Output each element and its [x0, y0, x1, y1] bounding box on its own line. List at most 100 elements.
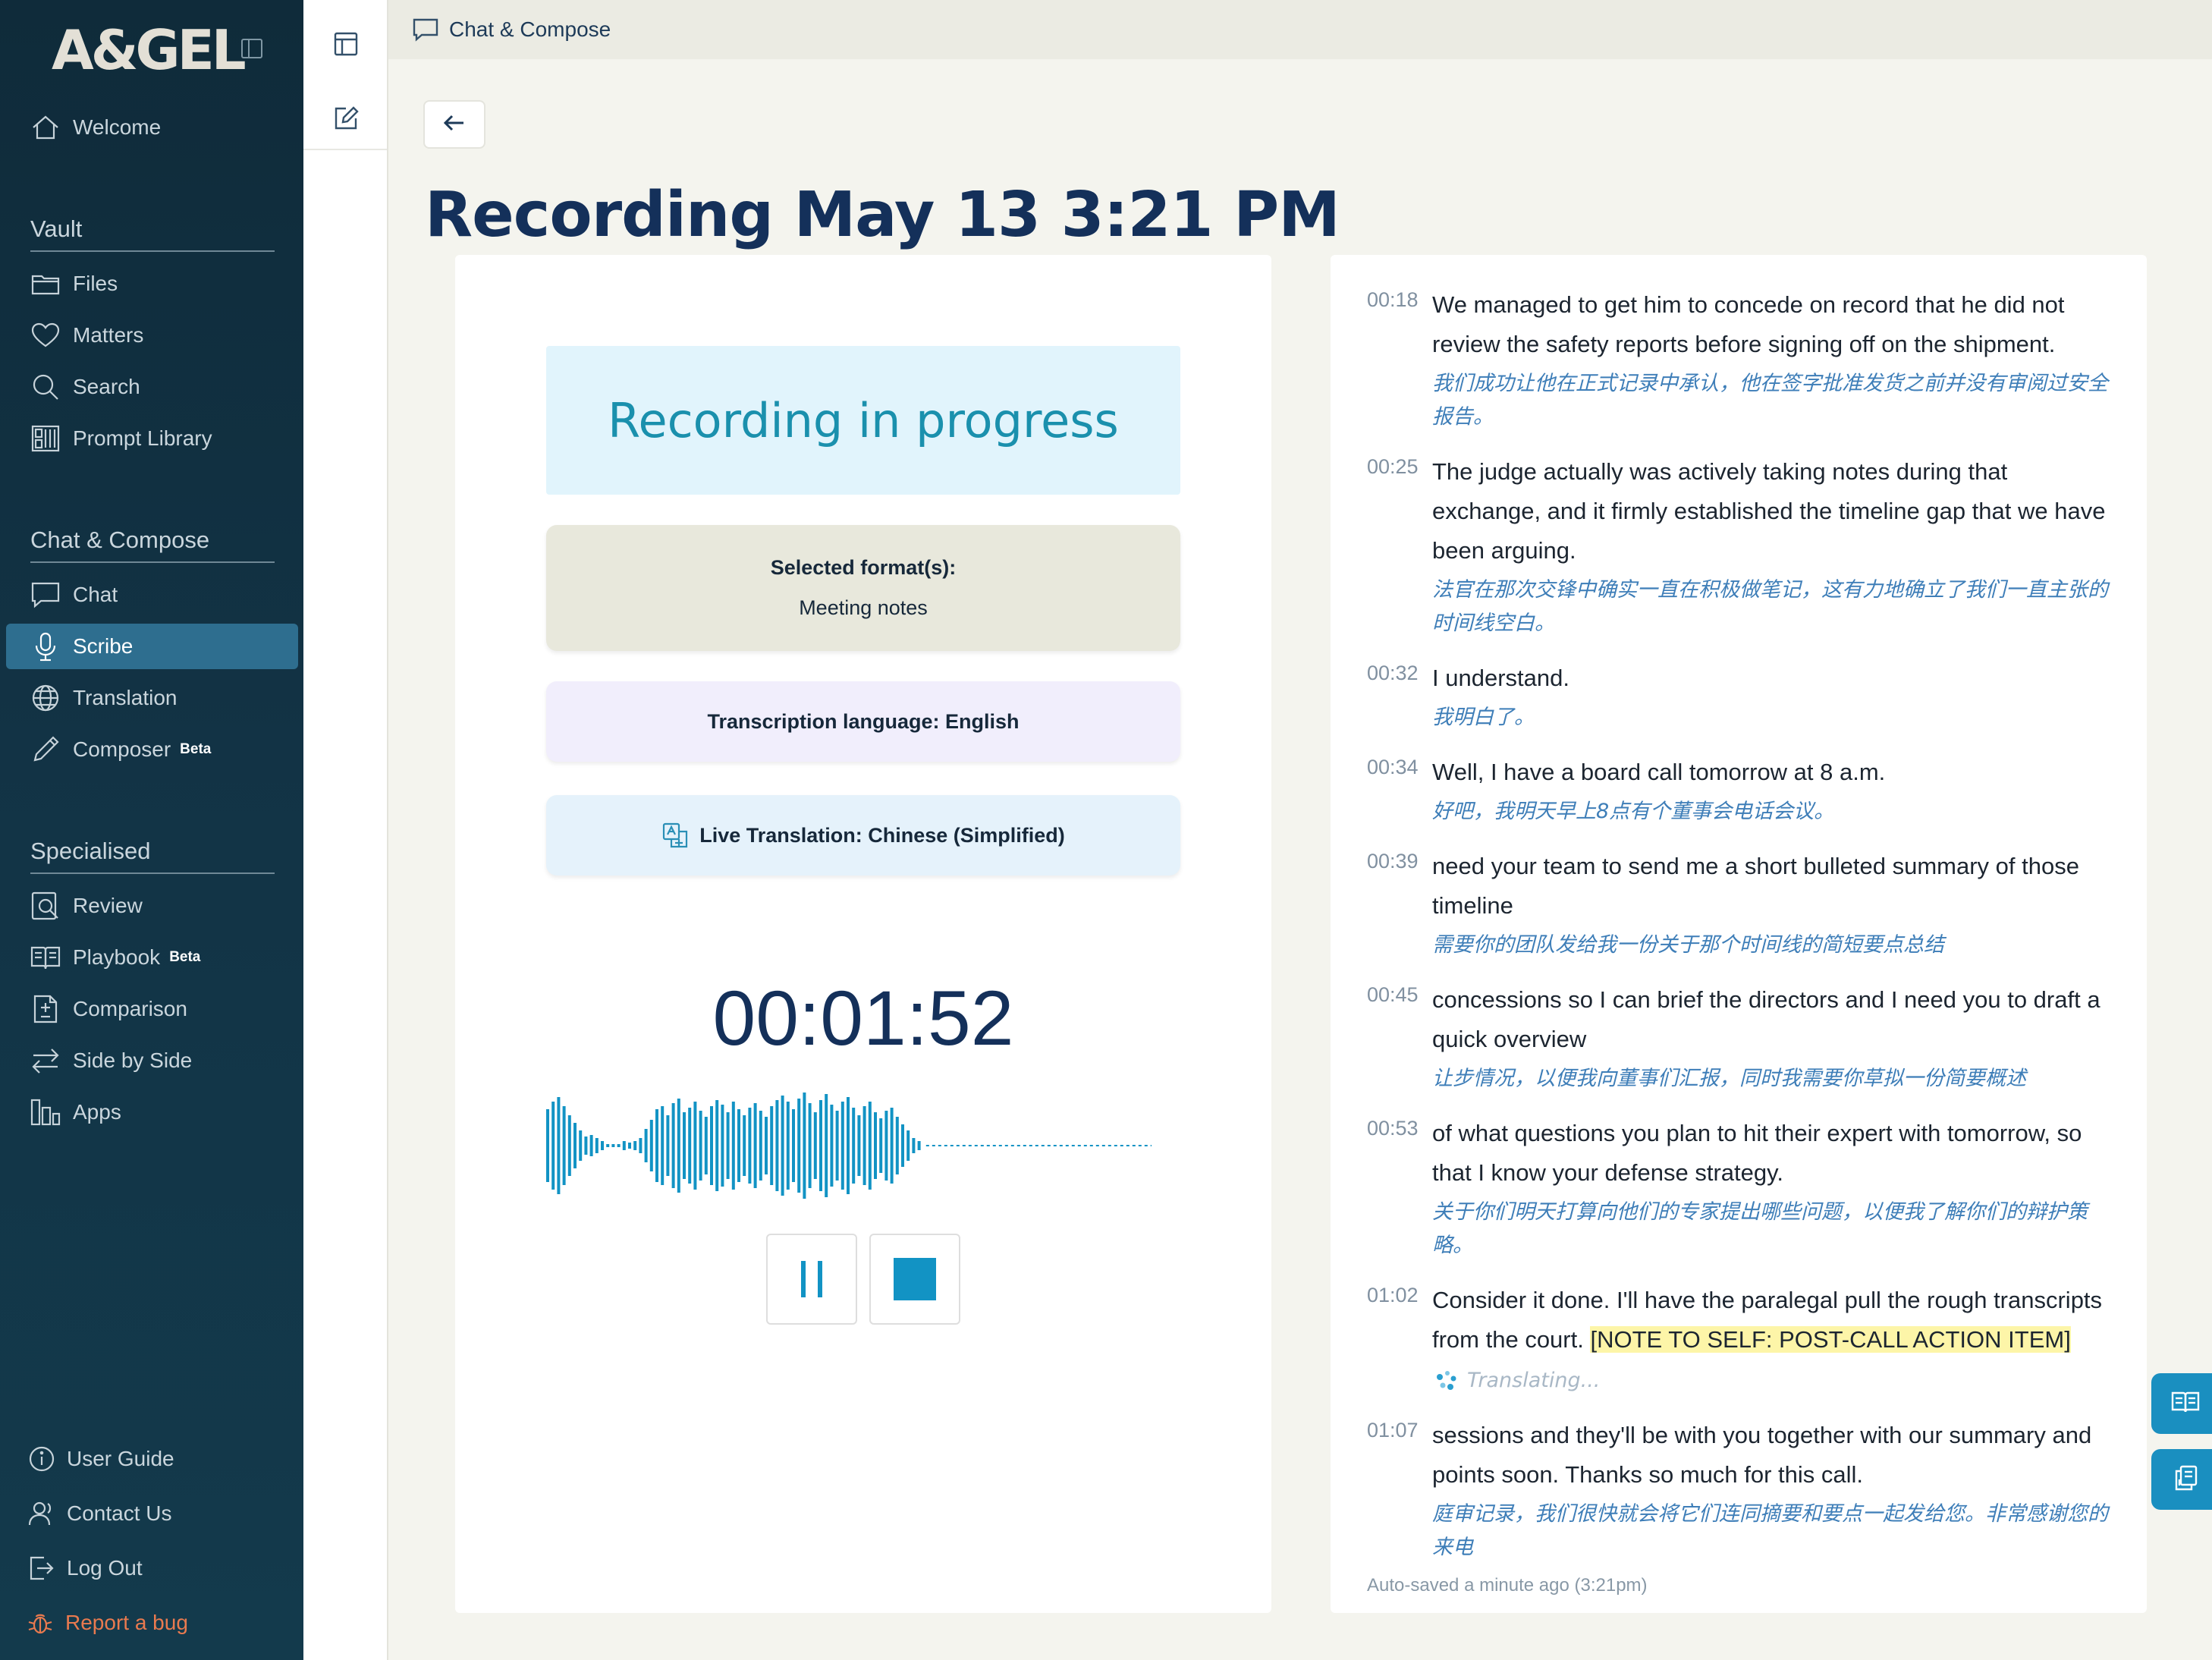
- stop-button[interactable]: [869, 1234, 960, 1325]
- panel-toggle-button[interactable]: [329, 27, 363, 61]
- user-guide-label: User Guide: [67, 1447, 174, 1470]
- highlighted-note[interactable]: [NOTE TO SELF: POST-CALL ACTION ITEM]: [1590, 1326, 2071, 1353]
- edit-icon: [329, 106, 363, 138]
- sidebar-item-composer[interactable]: Composer Beta: [6, 727, 298, 772]
- waveform-bar: [879, 1118, 883, 1173]
- sidebar-item-prompt-library[interactable]: Prompt Library: [6, 416, 298, 461]
- sidebar-item-review[interactable]: Review: [6, 883, 298, 929]
- segment-translation: 我明白了。: [1432, 706, 1535, 729]
- transcript-segment: 00:39 need your team to send me a short …: [1331, 847, 2147, 962]
- waveform-bar: [628, 1143, 631, 1149]
- transcript-segment: 00:32 I understand. 我明白了。: [1331, 659, 2147, 734]
- section-title-chat-compose: Chat & Compose: [30, 527, 275, 563]
- segment-text: of what questions you plan to hit their …: [1432, 1120, 2082, 1186]
- clipboard-float-button[interactable]: [2151, 1449, 2212, 1510]
- new-chat-button[interactable]: [329, 102, 363, 135]
- sidebar-item-label: Prompt Library: [73, 426, 212, 450]
- review-icon: [29, 889, 62, 923]
- live-translation-label: Live Translation: Chinese (Simplified): [699, 823, 1065, 847]
- waveform-bar: [912, 1138, 916, 1153]
- sidebar-item-comparison[interactable]: Comparison: [6, 986, 298, 1032]
- sidebar-item-files[interactable]: Files: [6, 261, 298, 307]
- waveform-bar: [666, 1115, 670, 1176]
- waveform-bar: [884, 1111, 888, 1181]
- user-guide-link[interactable]: User Guide: [27, 1445, 174, 1473]
- contact-us-link[interactable]: Contact Us: [27, 1499, 172, 1528]
- pause-button[interactable]: [766, 1234, 857, 1325]
- segment-translation: 让步情况，以便我向董事们汇报，同时我需要你草拟一份简要概述: [1432, 1067, 2026, 1090]
- waveform-bar: [862, 1106, 866, 1185]
- waveform-bar: [906, 1130, 910, 1161]
- clipboard-icon: [2170, 1463, 2201, 1497]
- waveform-bar: [546, 1109, 549, 1182]
- sidebar-item-scribe[interactable]: Scribe: [6, 624, 298, 669]
- open-book-icon: [2170, 1387, 2201, 1421]
- waveform-bar: [819, 1100, 822, 1191]
- waveform-bar: [731, 1102, 735, 1190]
- recording-panel: Recording in progress Selected format(s)…: [455, 255, 1271, 1613]
- transcript-list[interactable]: 00:18 We managed to get him to concede o…: [1331, 285, 2147, 1560]
- top-bar: Chat & Compose: [388, 0, 2212, 59]
- panel-icon: [329, 32, 363, 64]
- translating-label: Translating...: [1467, 1369, 1601, 1392]
- app-logo[interactable]: A&GEL: [52, 18, 247, 82]
- sidebar-item-apps[interactable]: Apps: [6, 1089, 298, 1135]
- waveform-bar: [710, 1106, 713, 1185]
- transcript-segment: 00:34 Well, I have a board call tomorrow…: [1331, 753, 2147, 828]
- segment-timestamp[interactable]: 00:18: [1367, 288, 1419, 312]
- transcript-segment: 01:07 sessions and they'll be with you t…: [1331, 1416, 2147, 1560]
- sidebar-item-label: Composer: [73, 737, 171, 761]
- sidebar-item-search[interactable]: Search: [6, 364, 298, 410]
- waveform-bar: [759, 1111, 762, 1181]
- sidebar-item-side-by-side[interactable]: Side by Side: [6, 1038, 298, 1083]
- sidebar-item-matters[interactable]: Matters: [6, 313, 298, 358]
- transcript-segment: 00:25 The judge actually was actively ta…: [1331, 452, 2147, 640]
- document-compare-icon: [29, 992, 62, 1026]
- segment-timestamp[interactable]: 00:25: [1367, 455, 1419, 479]
- sidebar-item-label: Comparison: [73, 997, 187, 1020]
- sidebar-item-playbook[interactable]: Playbook Beta: [6, 935, 298, 980]
- rail-divider: [303, 149, 387, 150]
- pen-icon: [29, 733, 62, 766]
- sidebar-item-label: Matters: [73, 323, 144, 347]
- section-title-vault: Vault: [30, 215, 275, 252]
- apps-icon: [29, 1096, 62, 1129]
- waveform-bar: [671, 1103, 675, 1188]
- waveform-bar: [649, 1120, 653, 1171]
- sidebar-item-label: Side by Side: [73, 1049, 193, 1072]
- sidebar-collapse-icon[interactable]: [240, 36, 264, 61]
- waveform-bar: [852, 1108, 856, 1184]
- segment-timestamp[interactable]: 00:34: [1367, 756, 1419, 779]
- log-out-label: Log Out: [67, 1556, 143, 1580]
- sidebar: A&GEL Welcome Vault Files Matters Search…: [0, 0, 303, 1660]
- segment-timestamp[interactable]: 00:45: [1367, 983, 1419, 1007]
- sidebar-item-chat[interactable]: Chat: [6, 572, 298, 618]
- guide-float-button[interactable]: [2151, 1373, 2212, 1434]
- segment-timestamp[interactable]: 01:07: [1367, 1419, 1419, 1442]
- log-out-link[interactable]: Log Out: [27, 1554, 143, 1583]
- sidebar-item-translation[interactable]: Translation: [6, 675, 298, 721]
- transcription-language-label: Transcription language: English: [707, 709, 1020, 733]
- breadcrumb[interactable]: Chat & Compose: [449, 17, 611, 42]
- audio-waveform: [546, 1093, 1152, 1199]
- back-button[interactable]: [423, 100, 485, 149]
- waveform-bar: [688, 1108, 692, 1184]
- waveform-bar: [743, 1115, 746, 1176]
- segment-timestamp[interactable]: 00:53: [1367, 1117, 1419, 1140]
- segment-timestamp[interactable]: 01:02: [1367, 1284, 1419, 1307]
- segment-timestamp[interactable]: 00:32: [1367, 662, 1419, 685]
- waveform-bar: [573, 1123, 577, 1168]
- waveform-bar: [813, 1112, 817, 1179]
- segment-timestamp[interactable]: 00:39: [1367, 850, 1419, 873]
- waveform-bar: [775, 1100, 779, 1191]
- waveform-bar: [874, 1112, 877, 1179]
- segment-translation: 庭审记录，我们很快就会将它们连同摘要和要点一起发给您。非常感谢您的来电: [1432, 1502, 2108, 1559]
- waveform-bar: [917, 1141, 921, 1150]
- waveform-bar: [595, 1138, 599, 1153]
- report-bug-link[interactable]: Report a bug: [26, 1608, 188, 1637]
- waveform-bar: [606, 1144, 610, 1147]
- sidebar-item-label: Apps: [73, 1100, 121, 1124]
- waveform-bar: [562, 1106, 566, 1185]
- sidebar-item-welcome[interactable]: Welcome: [6, 105, 298, 150]
- contact-us-label: Contact Us: [67, 1501, 172, 1525]
